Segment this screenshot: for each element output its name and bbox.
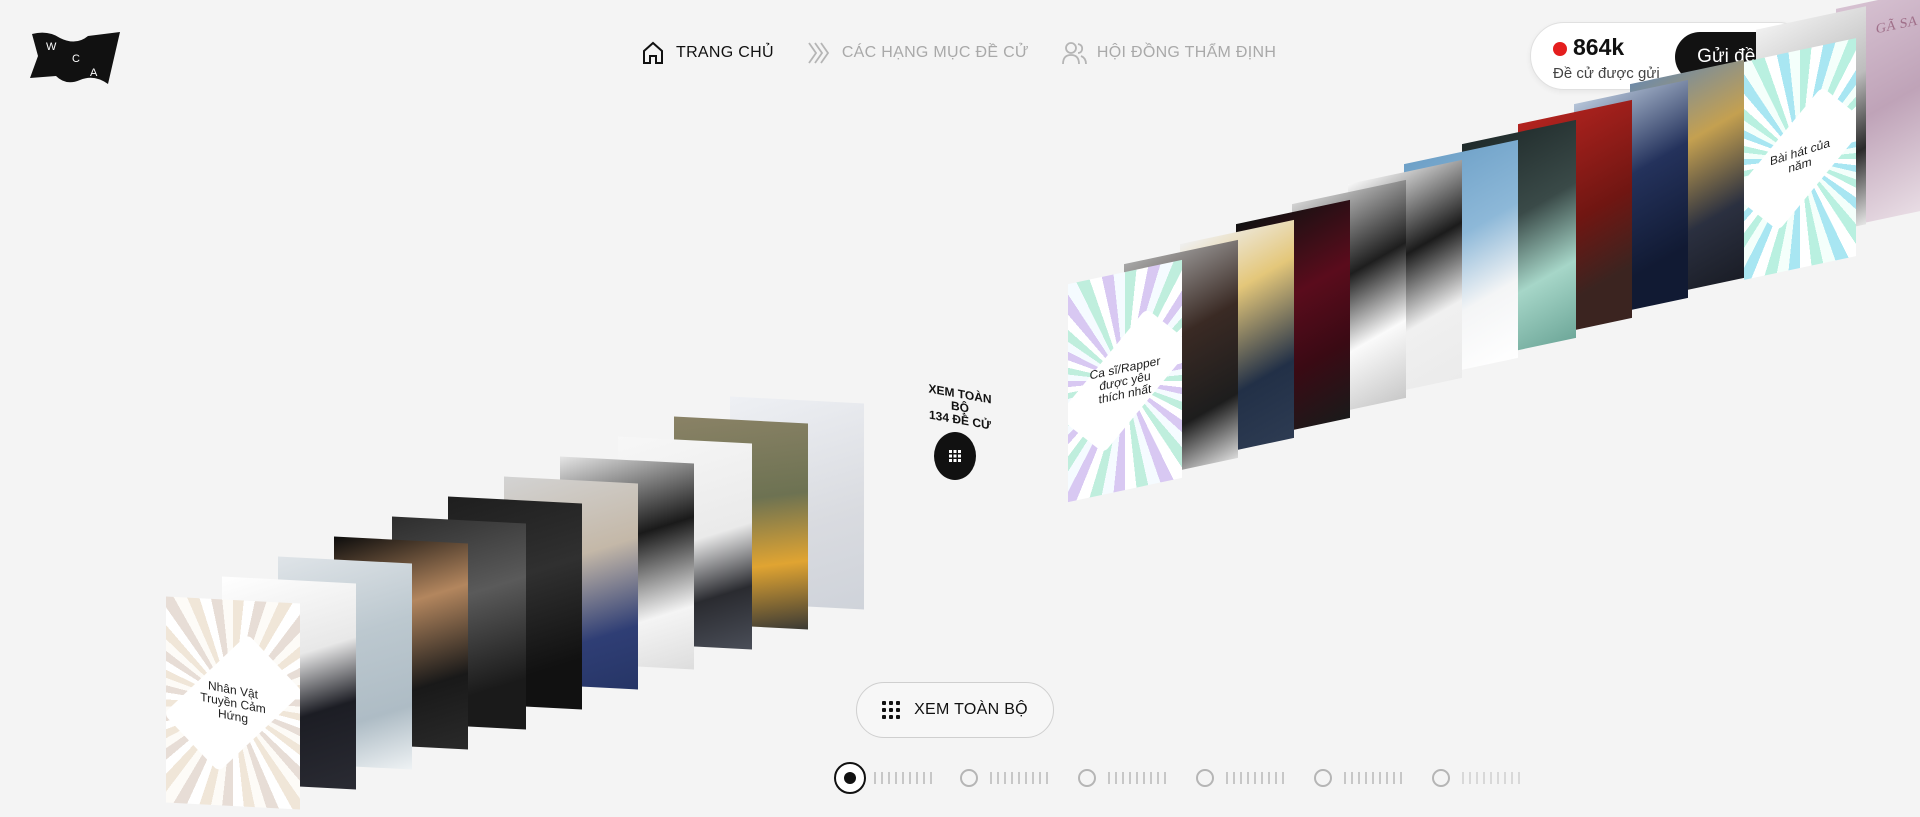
people-icon [1061, 42, 1087, 65]
carousel-pagination [834, 762, 1554, 794]
page-ticks [1462, 772, 1520, 784]
grid-icon [949, 450, 961, 462]
page-ticks [990, 772, 1048, 784]
nav-item-categories[interactable]: CÁC HẠNG MỤC ĐỀ CỬ [806, 40, 1029, 66]
grid-view-button[interactable] [934, 432, 976, 480]
nav-label-categories: CÁC HẠNG MỤC ĐỀ CỬ [841, 44, 1029, 61]
nav-label-council: HỘI ĐỒNG THẨM ĐỊNH [1096, 44, 1277, 61]
logo-letter-c: C [72, 53, 80, 65]
home-icon [643, 41, 663, 64]
page-ticks [1344, 772, 1402, 784]
counter-label: Đề cử được gửi [1553, 65, 1660, 82]
category-tile[interactable]: Bài hát của năm [1744, 38, 1856, 280]
page-ticks [1108, 772, 1166, 784]
page-dot[interactable] [1196, 769, 1214, 787]
logo-letter-w: W [46, 41, 57, 53]
nav-item-home[interactable]: TRANG CHỦ [640, 40, 774, 66]
page-dot[interactable] [1314, 769, 1332, 787]
counter-value: 864k [1573, 34, 1625, 60]
category-tile[interactable]: Ca sĩ/Rapper được yêu thích nhất [1068, 259, 1182, 503]
main-nav: TRANG CHỦ CÁC HẠNG MỤC ĐỀ CỬ HỘI ĐỒNG TH… [640, 40, 1276, 66]
page-ticks [874, 772, 932, 784]
chevrons-icon [808, 42, 829, 64]
view-all-button[interactable]: XEM TOÀN BỘ [856, 682, 1054, 738]
page-dot[interactable] [1078, 769, 1096, 787]
category-tile[interactable]: Nhân Vật Truyền Cảm Hứng [166, 596, 300, 810]
page-ticks [1226, 772, 1284, 784]
page-dot[interactable] [960, 769, 978, 787]
view-all-count-link[interactable]: XEM TOÀN BỘ 134 ĐỀ CỬ [920, 381, 1000, 434]
page-dot[interactable] [834, 762, 866, 794]
grid-icon [882, 701, 901, 719]
page-dot[interactable] [1432, 769, 1450, 787]
logo-letter-a: A [90, 67, 98, 79]
corner-text: GÃ SA [1876, 13, 1918, 38]
live-dot-icon [1553, 42, 1567, 56]
wca-logo[interactable]: W C A [28, 28, 124, 86]
nav-label-home: TRANG CHỦ [676, 44, 774, 61]
view-all-label: XEM TOÀN BỘ [914, 701, 1028, 718]
nav-item-council[interactable]: HỘI ĐỒNG THẨM ĐỊNH [1061, 40, 1276, 66]
